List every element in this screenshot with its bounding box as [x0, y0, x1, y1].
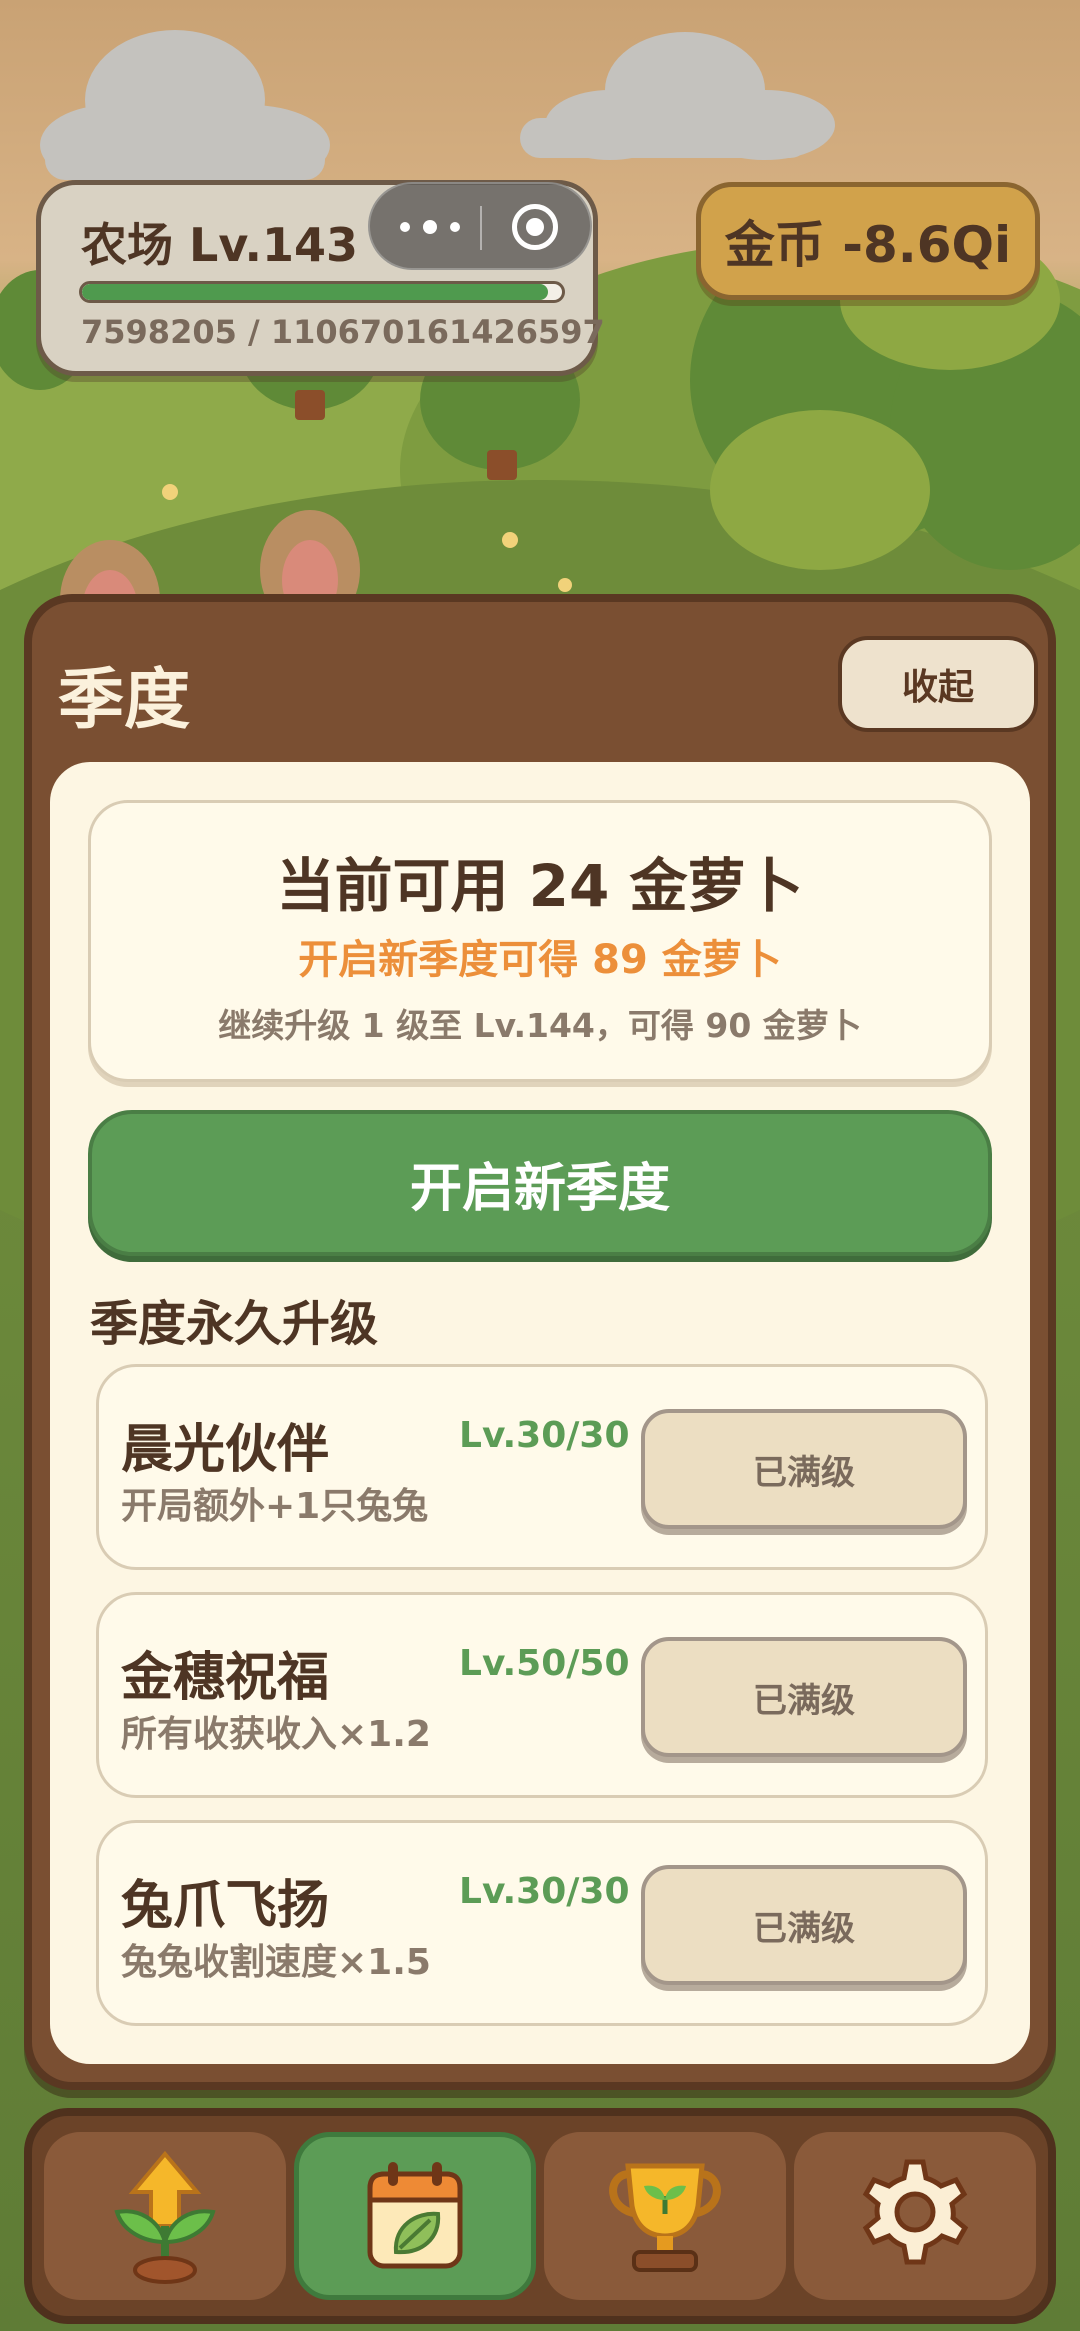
- permanent-upgrades-title: 季度永久升级: [90, 1296, 379, 1352]
- season-panel: 季度 收起 当前可用 24 金萝卜 开启新季度可得 89 金萝卜 继续升级 1 …: [24, 594, 1056, 2090]
- upgrade-level: Lv.50/50: [459, 1643, 630, 1684]
- farm-level-title: 农场 Lv.143: [81, 218, 359, 272]
- upgrade-name: 兔爪飞扬: [121, 1876, 330, 1936]
- collapse-button[interactable]: 收起: [838, 636, 1038, 732]
- nav-tab-settings[interactable]: [794, 2132, 1036, 2300]
- xp-progress-text: 7598205 / 110670161426597: [81, 313, 605, 351]
- current-carrots-text: 当前可用 24 金萝卜: [276, 852, 804, 920]
- panel-title: 季度: [58, 661, 190, 738]
- xp-progress-fill: [82, 284, 548, 300]
- more-options-icon[interactable]: [400, 212, 460, 242]
- upgrade-description: 开局额外+1只兔兔: [121, 1486, 429, 1527]
- upgrade-card: 晨光伙伴 开局额外+1只兔兔 Lv.30/30 已满级: [96, 1364, 988, 1570]
- trophy-icon: [609, 2163, 721, 2272]
- upgrade-maxed-button[interactable]: 已满级: [641, 1865, 967, 1985]
- miniprogram-capsule: [368, 182, 592, 270]
- nav-tab-upgrade[interactable]: [44, 2132, 286, 2300]
- nav-tab-season[interactable]: [294, 2132, 536, 2300]
- bottom-navigation: [24, 2108, 1056, 2324]
- coin-balance: 金币 -8.6Qi: [696, 182, 1040, 300]
- new-season-gain-text: 开启新季度可得 89 金萝卜: [298, 937, 782, 983]
- upgrade-maxed-button[interactable]: 已满级: [641, 1637, 967, 1757]
- upgrade-maxed-button[interactable]: 已满级: [641, 1409, 967, 1529]
- upgrade-card: 兔爪飞扬 兔兔收割速度×1.5 Lv.30/30 已满级: [96, 1820, 988, 2026]
- upgrade-level: Lv.30/30: [459, 1415, 630, 1456]
- upgrade-description: 兔兔收割速度×1.5: [121, 1942, 431, 1983]
- gear-icon: [862, 2159, 969, 2265]
- upgrade-level: Lv.30/30: [459, 1871, 630, 1912]
- start-new-season-button[interactable]: 开启新季度: [88, 1110, 992, 1256]
- upgrade-description: 所有收获收入×1.2: [121, 1714, 431, 1755]
- upgrade-card: 金穗祝福 所有收获收入×1.2 Lv.50/50 已满级: [96, 1592, 988, 1798]
- upgrade-hint-text: 继续升级 1 级至 Lv.144，可得 90 金萝卜: [218, 1006, 862, 1045]
- golden-carrot-info: 当前可用 24 金萝卜 开启新季度可得 89 金萝卜 继续升级 1 级至 Lv.…: [88, 800, 992, 1082]
- upgrade-name: 金穗祝福: [121, 1648, 330, 1708]
- sprout-upgrade-icon: [114, 2150, 216, 2284]
- calendar-leaf-icon: [367, 2162, 463, 2269]
- nav-tab-achievements[interactable]: [544, 2132, 786, 2300]
- upgrade-name: 晨光伙伴: [121, 1420, 330, 1480]
- xp-progress-bar: [79, 281, 565, 303]
- panel-content: 当前可用 24 金萝卜 开启新季度可得 89 金萝卜 继续升级 1 级至 Lv.…: [50, 762, 1030, 2064]
- close-miniprogram-icon[interactable]: [512, 204, 558, 250]
- capsule-divider: [480, 206, 482, 250]
